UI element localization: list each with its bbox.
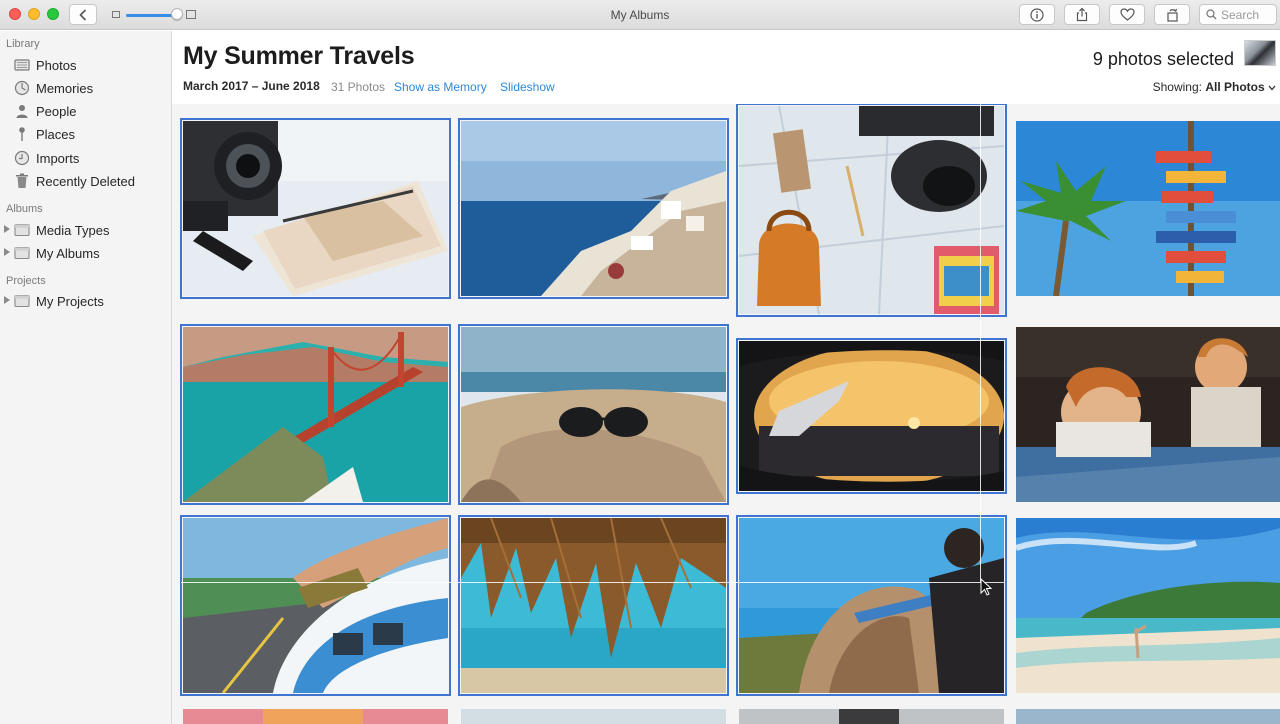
- sidebar-item-label: My Projects: [36, 294, 104, 309]
- people-icon: [14, 103, 30, 119]
- title-bar: My Albums: [0, 0, 1280, 30]
- photo-thumbnail[interactable]: [458, 324, 729, 505]
- places-icon: [14, 126, 30, 142]
- folder-icon: [14, 293, 30, 309]
- photo-thumbnail[interactable]: [180, 118, 451, 299]
- showing-filter[interactable]: Showing: All Photos: [1153, 80, 1276, 94]
- search-input[interactable]: [1221, 7, 1273, 22]
- info-button[interactable]: [1019, 4, 1055, 25]
- info-icon: [1030, 7, 1044, 22]
- showing-label: Showing:: [1152, 80, 1202, 94]
- photo-thumbnail[interactable]: [1016, 327, 1280, 502]
- disclosure-triangle-icon[interactable]: [4, 296, 10, 304]
- mouse-cursor-icon: [980, 578, 992, 596]
- photo-thumbnail[interactable]: [461, 709, 726, 724]
- sidebar-item-label: Photos: [36, 58, 77, 73]
- sidebar-item-my-albums[interactable]: My Albums: [0, 242, 171, 264]
- sidebar-item-media-types[interactable]: Media Types: [0, 219, 171, 241]
- photo-thumbnail[interactable]: [1016, 518, 1280, 693]
- sidebar-item-people[interactable]: People: [0, 100, 171, 122]
- zoom-slider-knob[interactable]: [171, 8, 183, 20]
- rotate-icon: [1166, 8, 1178, 22]
- disclosure-triangle-icon[interactable]: [4, 225, 10, 233]
- sidebar-item-label: Places: [36, 127, 76, 142]
- search-field[interactable]: [1199, 4, 1277, 25]
- album-title: My Summer Travels: [183, 42, 415, 70]
- folder-icon: [14, 222, 30, 238]
- sidebar-item-imports[interactable]: Imports: [0, 147, 171, 169]
- photo-count: 31 Photos: [331, 80, 386, 94]
- zoom-window-button[interactable]: [47, 8, 59, 20]
- albums-heading: Albums: [6, 203, 43, 215]
- sidebar-item-label: My Albums: [36, 246, 100, 261]
- memories-icon: [14, 80, 30, 96]
- photo-thumbnail[interactable]: [1016, 709, 1280, 724]
- chevron-down-icon: [1268, 85, 1276, 91]
- photo-thumbnail[interactable]: [1016, 121, 1280, 296]
- photos-window: My Albums Library Photos: [0, 0, 1280, 724]
- photos-icon: [14, 57, 30, 73]
- date-range: March 2017 – June 2018: [183, 79, 320, 93]
- photo-thumbnail[interactable]: [736, 338, 1007, 494]
- heart-icon: [1119, 8, 1135, 21]
- sidebar-item-label: Media Types: [36, 223, 110, 238]
- selection-count: 9 photos selected: [1092, 49, 1234, 69]
- library-heading: Library: [6, 38, 40, 50]
- sidebar-item-photos[interactable]: Photos: [0, 54, 171, 76]
- back-button[interactable]: [69, 4, 97, 25]
- photo-thumbnail[interactable]: [736, 104, 1007, 317]
- sidebar-item-label: Imports: [36, 151, 80, 166]
- showing-value: All Photos: [1205, 80, 1265, 94]
- search-icon: [1206, 9, 1217, 20]
- selection-rectangle-edge: [181, 582, 1005, 583]
- photo-grid: [172, 104, 1280, 724]
- folder-icon: [14, 245, 30, 261]
- chevron-left-icon: [79, 8, 87, 21]
- photo-thumbnail[interactable]: [180, 515, 451, 696]
- photo-thumbnail[interactable]: [736, 515, 1007, 696]
- selection-rectangle-edge: [980, 104, 981, 582]
- imports-icon: [14, 150, 30, 166]
- favorite-button[interactable]: [1109, 4, 1145, 25]
- share-button[interactable]: [1064, 4, 1100, 25]
- photo-thumbnail[interactable]: [458, 515, 729, 696]
- rotate-button[interactable]: [1154, 4, 1190, 25]
- photo-thumbnail[interactable]: [183, 709, 448, 724]
- zoom-in-icon: [186, 10, 196, 19]
- trash-icon: [14, 173, 30, 189]
- minimize-window-button[interactable]: [28, 8, 40, 20]
- share-icon: [1076, 7, 1088, 22]
- sidebar-item-recently-deleted[interactable]: Recently Deleted: [0, 170, 171, 192]
- main-content: My Summer Travels March 2017 – June 2018…: [172, 31, 1280, 724]
- zoom-out-icon: [112, 11, 120, 18]
- show-as-memory-link[interactable]: Show as Memory: [394, 80, 487, 94]
- sidebar-item-places[interactable]: Places: [0, 123, 171, 145]
- zoom-slider-fill: [126, 14, 172, 17]
- sidebar-item-memories[interactable]: Memories: [0, 77, 171, 99]
- photo-thumbnail[interactable]: [458, 118, 729, 299]
- sidebar-item-label: Memories: [36, 81, 94, 96]
- disclosure-triangle-icon[interactable]: [4, 248, 10, 256]
- photo-thumbnail[interactable]: [739, 709, 1004, 724]
- sidebar-item-label: People: [36, 104, 77, 119]
- projects-heading: Projects: [6, 275, 46, 287]
- slideshow-link[interactable]: Slideshow: [500, 80, 555, 94]
- photo-thumbnail[interactable]: [180, 324, 451, 505]
- selection-thumbnail: [1244, 40, 1276, 66]
- sidebar-item-label: Recently Deleted: [36, 174, 135, 189]
- close-window-button[interactable]: [9, 8, 21, 20]
- sidebar: Library Photos Memories People Places Im…: [0, 31, 172, 724]
- sidebar-item-my-projects[interactable]: My Projects: [0, 290, 171, 312]
